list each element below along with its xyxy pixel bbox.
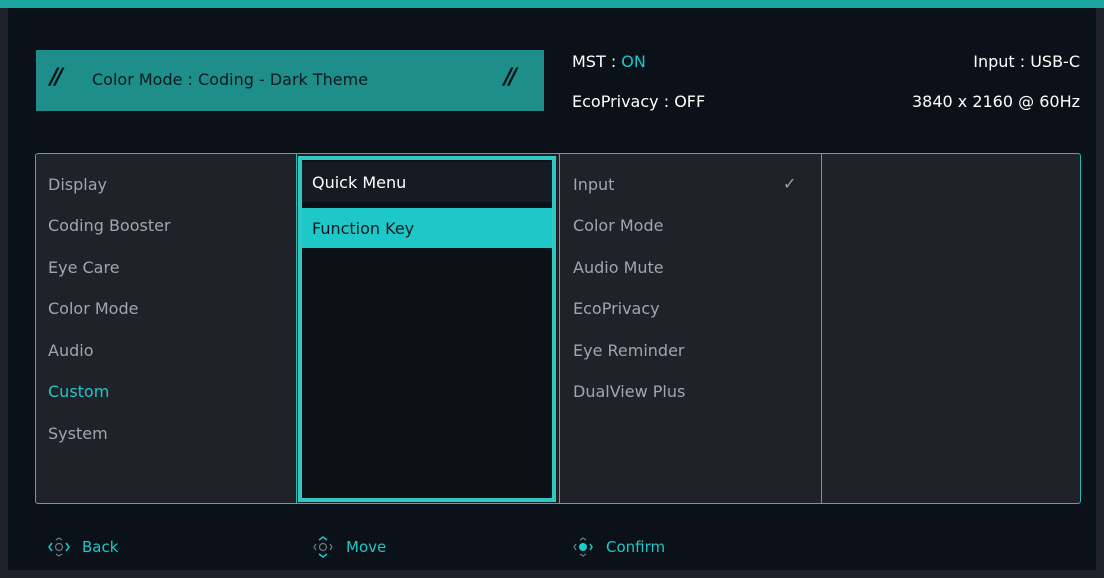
check-icon: ✓ bbox=[783, 174, 797, 193]
top-accent-line bbox=[0, 0, 1104, 8]
joystick-up-down-icon bbox=[313, 536, 333, 558]
option-audio-mute[interactable]: Audio Mute bbox=[573, 258, 664, 277]
joystick-left-right-icon bbox=[48, 537, 70, 557]
category-display[interactable]: Display bbox=[48, 175, 107, 194]
joystick-press-icon bbox=[573, 537, 593, 557]
footer-move: Move bbox=[310, 533, 386, 561]
submenu-quick-menu[interactable]: Quick Menu bbox=[302, 162, 552, 202]
confirm-label: Confirm bbox=[606, 538, 666, 556]
resolution-status: 3840 x 2160 @ 60Hz bbox=[911, 92, 1080, 111]
mst-label: MST : bbox=[572, 52, 622, 71]
color-mode-text: Color Mode : Coding - Dark Theme bbox=[92, 70, 369, 89]
category-eye-care[interactable]: Eye Care bbox=[48, 258, 120, 277]
mst-status: MST : ON bbox=[572, 52, 646, 71]
move-label: Move bbox=[346, 538, 387, 556]
category-list: Display Coding Booster Eye Care Color Mo… bbox=[36, 154, 296, 503]
input-status: Input : USB-C bbox=[973, 52, 1080, 71]
footer-back: Back bbox=[46, 533, 118, 561]
back-label: Back bbox=[82, 538, 119, 556]
category-color-mode[interactable]: Color Mode bbox=[48, 299, 138, 318]
option-color-mode[interactable]: Color Mode bbox=[573, 216, 663, 235]
column-divider bbox=[559, 154, 560, 503]
mst-value: ON bbox=[621, 52, 646, 71]
option-eye-reminder[interactable]: Eye Reminder bbox=[573, 341, 685, 360]
osd-menu: Display Coding Booster Eye Care Color Mo… bbox=[35, 153, 1081, 504]
column-divider bbox=[821, 154, 822, 503]
ecoprivacy-status: EcoPrivacy : OFF bbox=[572, 92, 706, 111]
double-slash-icon: // bbox=[504, 65, 517, 90]
option-list: Input ✓ Color Mode Audio Mute EcoPrivacy… bbox=[561, 154, 821, 503]
submenu-list: Quick Menu Function Key bbox=[298, 156, 556, 502]
category-custom[interactable]: Custom bbox=[48, 382, 109, 401]
option-dualview-plus[interactable]: DualView Plus bbox=[573, 382, 685, 401]
color-mode-banner: // Color Mode : Coding - Dark Theme // bbox=[36, 50, 544, 111]
submenu-function-key[interactable]: Function Key bbox=[302, 208, 552, 248]
column-divider bbox=[296, 154, 297, 503]
double-slash-icon: // bbox=[50, 65, 63, 90]
option-input[interactable]: Input bbox=[573, 175, 614, 194]
category-system[interactable]: System bbox=[48, 424, 108, 443]
category-coding-booster[interactable]: Coding Booster bbox=[48, 216, 171, 235]
footer-confirm: Confirm bbox=[570, 533, 665, 561]
option-ecoprivacy[interactable]: EcoPrivacy bbox=[573, 299, 660, 318]
category-audio[interactable]: Audio bbox=[48, 341, 93, 360]
